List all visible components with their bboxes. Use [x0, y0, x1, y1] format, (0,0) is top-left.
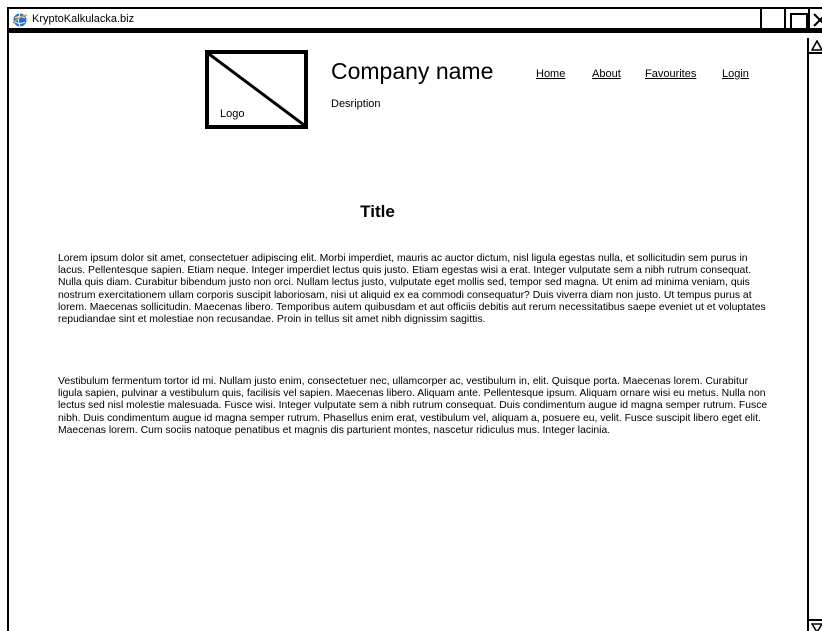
nav-link-login[interactable]: Login [722, 68, 749, 80]
nav-link-about[interactable]: About [592, 68, 621, 80]
vertical-scrollbar[interactable] [807, 38, 822, 631]
triangle-down-icon [811, 623, 822, 631]
close-icon [813, 13, 822, 27]
body-paragraph-2: Vestibulum fermentum tortor id mi. Nulla… [58, 376, 768, 436]
title-bar[interactable]: KryptoKalkulacka.biz [9, 9, 822, 33]
window-title: KryptoKalkulacka.biz [32, 13, 135, 25]
minimize-button[interactable] [760, 9, 786, 33]
triangle-up-icon [811, 40, 822, 51]
logo-label: Logo [220, 108, 245, 120]
nav-link-favourites[interactable]: Favourites [645, 68, 696, 80]
nav-link-home[interactable]: Home [536, 68, 565, 80]
maximize-button[interactable] [784, 9, 810, 33]
scroll-down-button[interactable] [809, 619, 822, 631]
company-name: Company name [331, 58, 494, 84]
main-nav: Home About Favourites Login [536, 68, 756, 84]
close-button[interactable] [808, 9, 822, 33]
browser-globe-icon [12, 12, 28, 28]
browser-window: KryptoKalkulacka.biz Logo Company name D… [7, 7, 822, 631]
logo-placeholder[interactable]: Logo [205, 50, 308, 129]
body-paragraph-1: Lorem ipsum dolor sit amet, consectetuer… [58, 253, 766, 326]
page-title: Title [360, 202, 395, 221]
company-description: Desription [331, 98, 381, 110]
scroll-up-button[interactable] [809, 38, 822, 54]
